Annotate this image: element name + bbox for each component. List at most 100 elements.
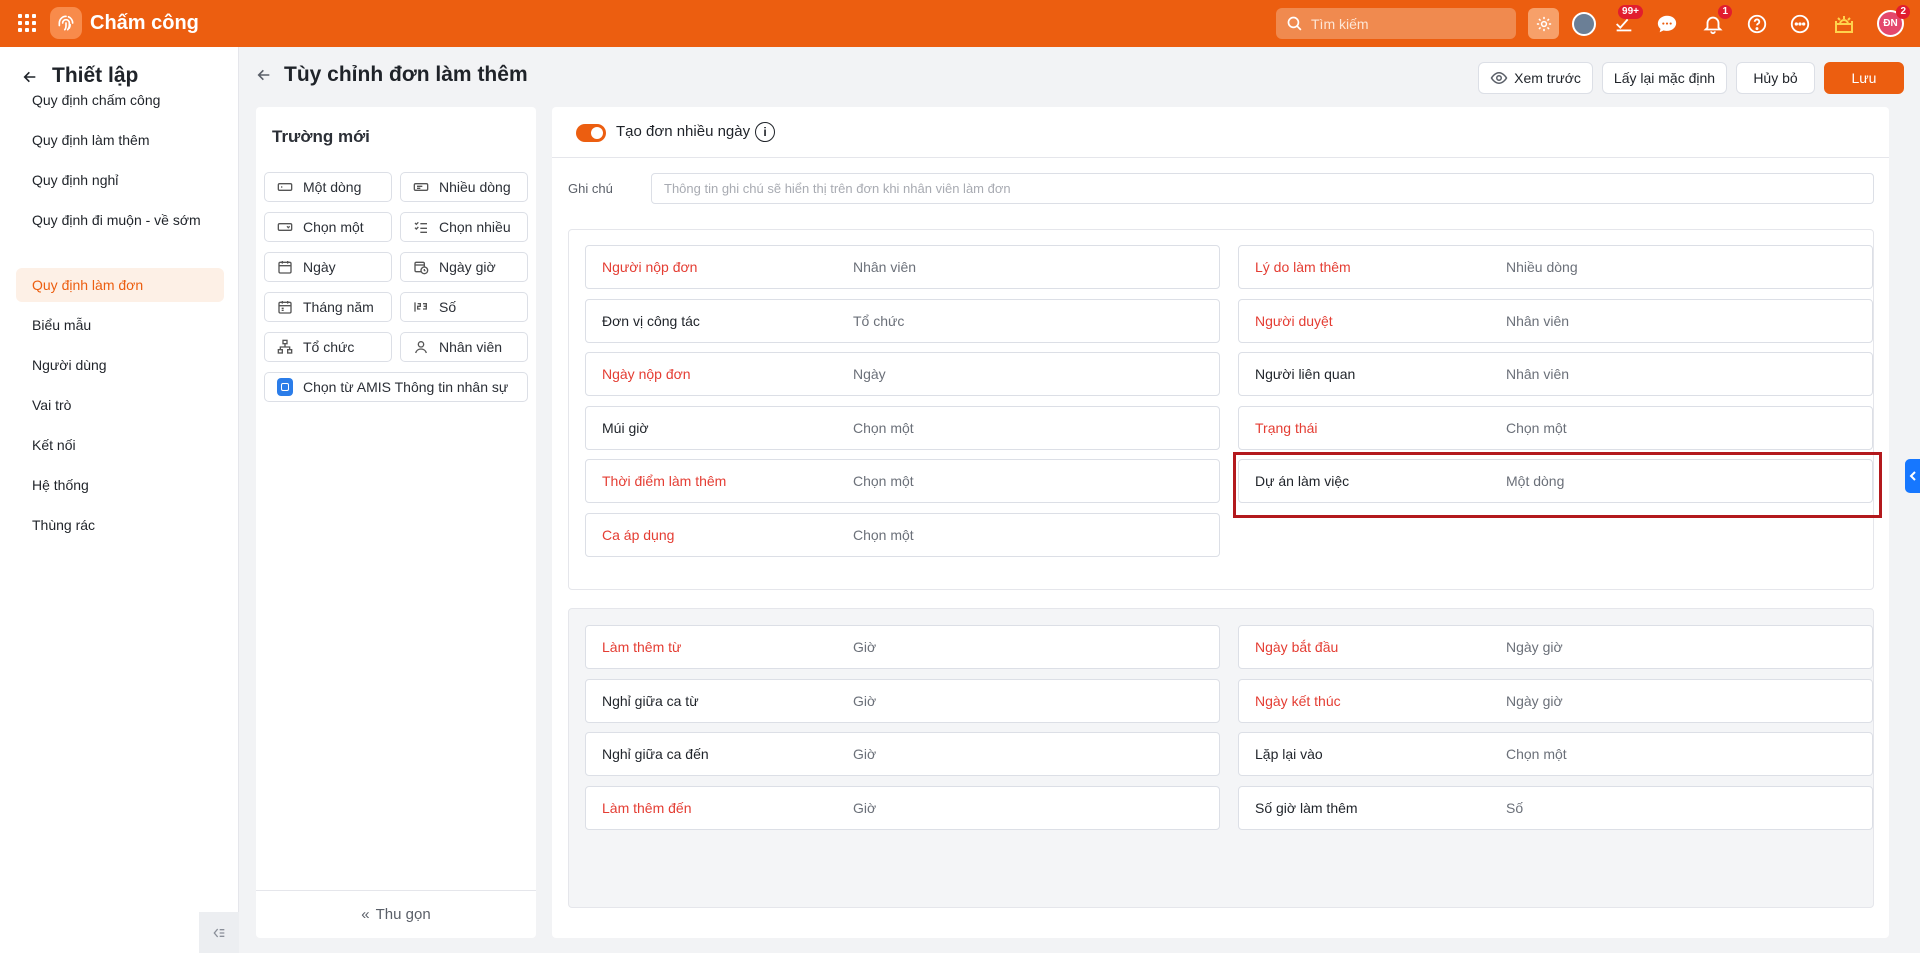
- field-chip-employee[interactable]: Nhân viên: [400, 332, 528, 362]
- field-type: Nhân viên: [1506, 313, 1570, 329]
- field-type: Chọn một: [853, 527, 914, 543]
- chip-label: Số: [439, 299, 457, 315]
- field-chip-date[interactable]: Ngày: [264, 252, 392, 282]
- field-applicant[interactable]: Người nộp đơn Nhân viên: [585, 245, 1220, 289]
- field-break-from[interactable]: Nghỉ giữa ca từ Giờ: [585, 679, 1220, 723]
- preview-button[interactable]: Xem trước: [1478, 62, 1593, 94]
- field-label: Người duyệt: [1255, 313, 1333, 329]
- save-button[interactable]: Lưu: [1824, 62, 1904, 94]
- field-label: Lý do làm thêm: [1255, 259, 1351, 275]
- multi-day-label: Tạo đơn nhiều ngày: [616, 123, 751, 140]
- search-input[interactable]: Tìm kiếm: [1276, 8, 1516, 39]
- field-related-person[interactable]: Người liên quan Nhân viên: [1238, 352, 1873, 396]
- organization-icon: [277, 339, 293, 355]
- field-type: Giờ: [853, 693, 877, 709]
- field-chip-single-line[interactable]: Một dòng: [264, 172, 392, 202]
- calendar-icon: [277, 259, 293, 275]
- field-type: Nhân viên: [1506, 366, 1570, 382]
- field-start-date[interactable]: Ngày bắt đầu Ngày giờ: [1238, 625, 1873, 669]
- field-type: Số: [1506, 800, 1524, 816]
- form-editor: Tạo đơn nhiều ngày i Ghi chú Thông tin g…: [552, 107, 1889, 938]
- collapse-sidebar-icon[interactable]: [199, 912, 239, 953]
- field-label: Lặp lại vào: [1255, 746, 1323, 762]
- sidebar-item-trash[interactable]: Thùng rác: [16, 508, 224, 542]
- field-type: Ngày giờ: [1506, 693, 1563, 709]
- new-fields-panel: Trường mới Một dòng Nhiều dòng Chọn một …: [256, 107, 536, 938]
- sidebar-item-overtime-rules[interactable]: Quy định làm thêm: [16, 123, 224, 157]
- field-chip-datetime[interactable]: Ngày giờ: [400, 252, 528, 282]
- field-overtime-from[interactable]: Làm thêm từ Giờ: [585, 625, 1220, 669]
- sidebar-item-roles[interactable]: Vai trò: [16, 388, 224, 422]
- field-chip-organization[interactable]: Tổ chức: [264, 332, 392, 362]
- field-work-unit[interactable]: Đơn vị công tác Tổ chức: [585, 299, 1220, 343]
- sidebar-item-late-early-rules[interactable]: Quy định đi muộn - về sớm: [16, 203, 224, 237]
- field-chip-select-one[interactable]: Chọn một: [264, 212, 392, 242]
- tasks-icon[interactable]: 99+: [1608, 5, 1643, 39]
- help-icon[interactable]: [1741, 8, 1772, 39]
- field-type: Ngày giờ: [1506, 639, 1563, 655]
- chip-label: Ngày: [303, 259, 336, 275]
- field-chip-select-many[interactable]: Chọn nhiều: [400, 212, 528, 242]
- reset-default-button[interactable]: Lấy lại mặc định: [1602, 62, 1727, 94]
- apps-grid-icon[interactable]: [18, 14, 36, 32]
- field-chip-amis-hr[interactable]: Chọn từ AMIS Thông tin nhân sự: [264, 372, 528, 402]
- preview-label: Xem trước: [1514, 70, 1581, 86]
- multi-day-toggle[interactable]: [576, 124, 606, 142]
- sidebar-item-request-rules[interactable]: Quy định làm đơn: [16, 268, 224, 302]
- field-label: Ngày nộp đơn: [602, 366, 691, 382]
- field-label: Nghỉ giữa ca đến: [602, 746, 709, 762]
- field-submit-date[interactable]: Ngày nộp đơn Ngày: [585, 352, 1220, 396]
- collapse-button[interactable]: « Thu gọn: [256, 890, 536, 938]
- field-break-to[interactable]: Nghỉ giữa ca đến Giờ: [585, 732, 1220, 776]
- sidebar-item-timekeeping-rules[interactable]: Quy định chấm công: [16, 83, 224, 117]
- datetime-icon: [413, 259, 429, 275]
- back-arrow-icon[interactable]: [256, 67, 272, 83]
- month-year-icon: [277, 299, 293, 315]
- notification-bell-icon[interactable]: 1: [1697, 5, 1732, 39]
- field-overtime-hours[interactable]: Số giờ làm thêm Số: [1238, 786, 1873, 830]
- field-chip-month-year[interactable]: Tháng năm: [264, 292, 392, 322]
- chip-label: Một dòng: [303, 179, 362, 195]
- page-header: Tùy chỉnh đơn làm thêm: [256, 63, 528, 87]
- sidebar-item-connections[interactable]: Kết nối: [16, 428, 224, 462]
- cancel-button[interactable]: Hủy bỏ: [1736, 62, 1815, 94]
- fingerprint-logo-icon: [50, 7, 82, 39]
- field-end-date[interactable]: Ngày kết thúc Ngày giờ: [1238, 679, 1873, 723]
- field-label: Số giờ làm thêm: [1255, 800, 1358, 816]
- user-photo-avatar[interactable]: [1568, 8, 1599, 39]
- sidebar-item-users[interactable]: Người dùng: [16, 348, 224, 382]
- field-type: Chọn một: [1506, 746, 1567, 762]
- gift-sun-icon[interactable]: [1828, 8, 1859, 39]
- field-chip-multi-line[interactable]: Nhiều dòng: [400, 172, 528, 202]
- field-overtime-reason[interactable]: Lý do làm thêm Nhiều dòng: [1238, 245, 1873, 289]
- field-work-project[interactable]: Dự án làm việc Một dòng: [1238, 459, 1873, 503]
- sidebar-item-leave-rules[interactable]: Quy định nghỉ: [16, 163, 224, 197]
- chat-icon[interactable]: [1651, 8, 1682, 39]
- notifications-badge: 1: [1718, 5, 1732, 19]
- note-input[interactable]: Thông tin ghi chú sẽ hiển thị trên đơn k…: [651, 173, 1874, 204]
- field-applied-shift[interactable]: Ca áp dụng Chọn một: [585, 513, 1220, 557]
- field-overtime-to[interactable]: Làm thêm đến Giờ: [585, 786, 1220, 830]
- more-options-icon[interactable]: [1784, 8, 1815, 39]
- field-chip-number[interactable]: Số: [400, 292, 528, 322]
- chip-label: Chọn một: [303, 219, 364, 235]
- checklist-icon: [413, 219, 429, 235]
- expand-panel-chevron-icon[interactable]: [1905, 459, 1920, 493]
- field-repeat-on[interactable]: Lặp lại vào Chọn một: [1238, 732, 1873, 776]
- field-label: Ngày kết thúc: [1255, 693, 1341, 709]
- field-timezone[interactable]: Múi giờ Chọn một: [585, 406, 1220, 450]
- user-avatar[interactable]: ĐN 2: [1875, 5, 1910, 39]
- field-status[interactable]: Trạng thái Chọn một: [1238, 406, 1873, 450]
- field-label: Người nộp đơn: [602, 259, 698, 275]
- settings-gear-icon[interactable]: [1528, 8, 1559, 39]
- collapse-label: Thu gọn: [375, 906, 431, 923]
- field-overtime-time[interactable]: Thời điểm làm thêm Chọn một: [585, 459, 1220, 503]
- sidebar-item-forms[interactable]: Biểu mẫu: [16, 308, 224, 342]
- field-label: Nghỉ giữa ca từ: [602, 693, 699, 709]
- field-approver[interactable]: Người duyệt Nhân viên: [1238, 299, 1873, 343]
- field-label: Người liên quan: [1255, 366, 1356, 382]
- info-icon[interactable]: i: [755, 122, 775, 142]
- chip-label: Tháng năm: [303, 299, 374, 315]
- sidebar-item-system[interactable]: Hệ thống: [16, 468, 224, 502]
- field-type: Giờ: [853, 746, 877, 762]
